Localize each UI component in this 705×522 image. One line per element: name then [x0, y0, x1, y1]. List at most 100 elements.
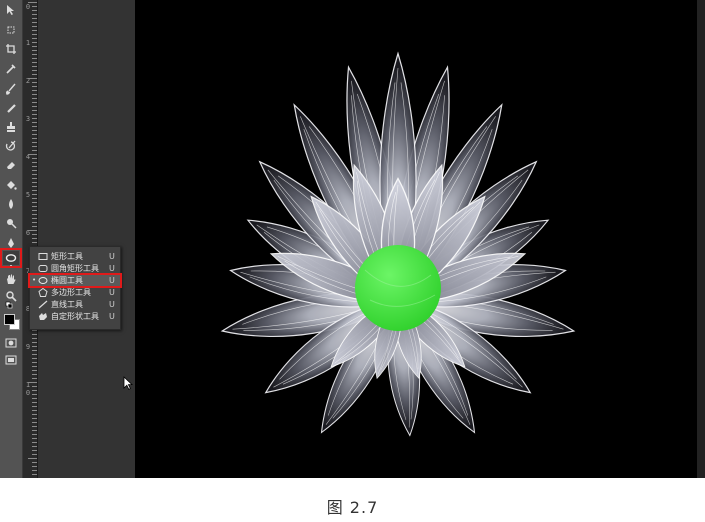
ruler-tick: [32, 134, 37, 135]
swap-colors-icon[interactable]: [3, 300, 19, 314]
flyout-item-line[interactable]: 直线工具 U: [30, 299, 120, 310]
ruler-tick: [32, 74, 37, 75]
ruler-tick: [32, 442, 37, 443]
ruler-tick: [32, 342, 37, 343]
ruler-tick: [32, 454, 37, 455]
ruler-tick: [32, 178, 37, 179]
ruler-tick: [32, 70, 37, 71]
rounded-rectangle-icon: [38, 265, 48, 272]
ruler-tick: [32, 338, 37, 339]
ruler-tick: [32, 138, 37, 139]
blur-tool-icon[interactable]: [3, 197, 19, 211]
flyout-item-custom-shape[interactable]: 自定形状工具 U: [30, 311, 120, 322]
ruler-label: 0: [25, 3, 31, 11]
ruler-tick: [32, 374, 37, 375]
ruler-tick: [32, 462, 37, 463]
ruler-tick: [32, 142, 37, 143]
foreground-color-swatch[interactable]: [4, 314, 15, 325]
ruler-tick: [32, 238, 37, 239]
ruler-tick: [32, 14, 37, 15]
ruler-tick: [32, 362, 37, 363]
ruler-tick: [32, 198, 37, 199]
line-icon: [38, 300, 48, 309]
pen-tool-icon[interactable]: [3, 236, 19, 250]
ruler-tick: [32, 146, 37, 147]
move-tool-icon[interactable]: [3, 3, 19, 17]
crop-tool-icon[interactable]: [3, 42, 19, 56]
dodge-tool-icon[interactable]: [3, 216, 19, 230]
ruler-tick: [32, 158, 37, 159]
ruler-tick: [32, 438, 37, 439]
ruler-tick: [32, 26, 37, 27]
ellipse-tool-icon[interactable]: [0, 248, 22, 268]
ruler-tick: [32, 350, 37, 351]
ruler-tick: [28, 382, 37, 383]
ruler-tick: [32, 330, 37, 331]
ruler-tick: [28, 458, 37, 459]
ruler-tick: [32, 202, 37, 203]
ruler-tick: [32, 450, 37, 451]
ruler-tick: [32, 42, 37, 43]
ruler-tick: [28, 2, 37, 3]
brush-tool-icon[interactable]: [3, 82, 19, 96]
clone-stamp-tool-icon[interactable]: [3, 120, 19, 134]
ruler-tick: [32, 446, 37, 447]
flyout-item-rectangle[interactable]: 矩形工具 U: [30, 251, 120, 262]
ruler-tick: [32, 130, 37, 131]
hand-tool-icon[interactable]: [3, 272, 19, 286]
flyout-item-polygon[interactable]: 多边形工具 U: [30, 287, 120, 298]
lotus-artwork[interactable]: [135, 0, 697, 478]
ruler-tick: [32, 50, 37, 51]
ruler-tick: [32, 94, 37, 95]
ruler-tick: [32, 354, 37, 355]
ruler-tick: [32, 174, 37, 175]
ruler-tick: [32, 10, 37, 11]
ruler-tick: [32, 114, 37, 115]
ruler-tick: [32, 386, 37, 387]
ruler-label: 3: [25, 115, 31, 123]
screen-mode-icon[interactable]: [3, 353, 19, 367]
ruler-tick: [32, 82, 37, 83]
flyout-item-ellipse[interactable]: • 椭圆工具 U: [28, 273, 122, 288]
ruler-tick: [32, 34, 37, 35]
flyout-item-rounded-rectangle[interactable]: 圆角矩形工具 U: [30, 263, 120, 274]
ruler-tick: [32, 86, 37, 87]
ruler-tick: [32, 366, 37, 367]
green-ellipse-shape: [355, 245, 441, 331]
ruler-tick: [32, 122, 37, 123]
eyedropper-tool-icon[interactable]: [3, 62, 19, 76]
ruler-tick: [32, 30, 37, 31]
pasteboard: [38, 0, 135, 478]
ruler-label: 2: [25, 77, 31, 85]
ruler-tick: [28, 78, 37, 79]
vertical-ruler: 0 1 2 3 4 5 6 7 8 9 1 0: [23, 0, 38, 478]
ruler-tick: [32, 378, 37, 379]
ruler-tick: [32, 422, 37, 423]
ruler-tick: [32, 222, 37, 223]
history-brush-tool-icon[interactable]: [3, 139, 19, 153]
ruler-tick: [32, 106, 37, 107]
ruler-tick: [32, 166, 37, 167]
ruler-tick: [32, 394, 37, 395]
ruler-tick: [32, 430, 37, 431]
ruler-tick: [32, 370, 37, 371]
ruler-tick: [32, 194, 37, 195]
ruler-tick: [32, 398, 37, 399]
ruler-tick: [32, 190, 37, 191]
ruler-tick: [32, 54, 37, 55]
ruler-tick: [32, 242, 37, 243]
ruler-tick: [32, 426, 37, 427]
marquee-tool-icon[interactable]: [3, 23, 19, 37]
ruler-tick: [32, 18, 37, 19]
ruler-tick: [32, 334, 37, 335]
ruler-tick: [32, 150, 37, 151]
quick-mask-icon[interactable]: [3, 336, 19, 350]
ruler-tick: [32, 22, 37, 23]
spot-heal-tool-icon[interactable]: [3, 101, 19, 115]
paint-bucket-tool-icon[interactable]: [3, 178, 19, 192]
eraser-tool-icon[interactable]: [3, 158, 19, 172]
ruler-label: 4: [25, 153, 31, 161]
ruler-tick: [32, 474, 37, 475]
ruler-tick: [32, 90, 37, 91]
ruler-label: 1: [25, 39, 31, 47]
